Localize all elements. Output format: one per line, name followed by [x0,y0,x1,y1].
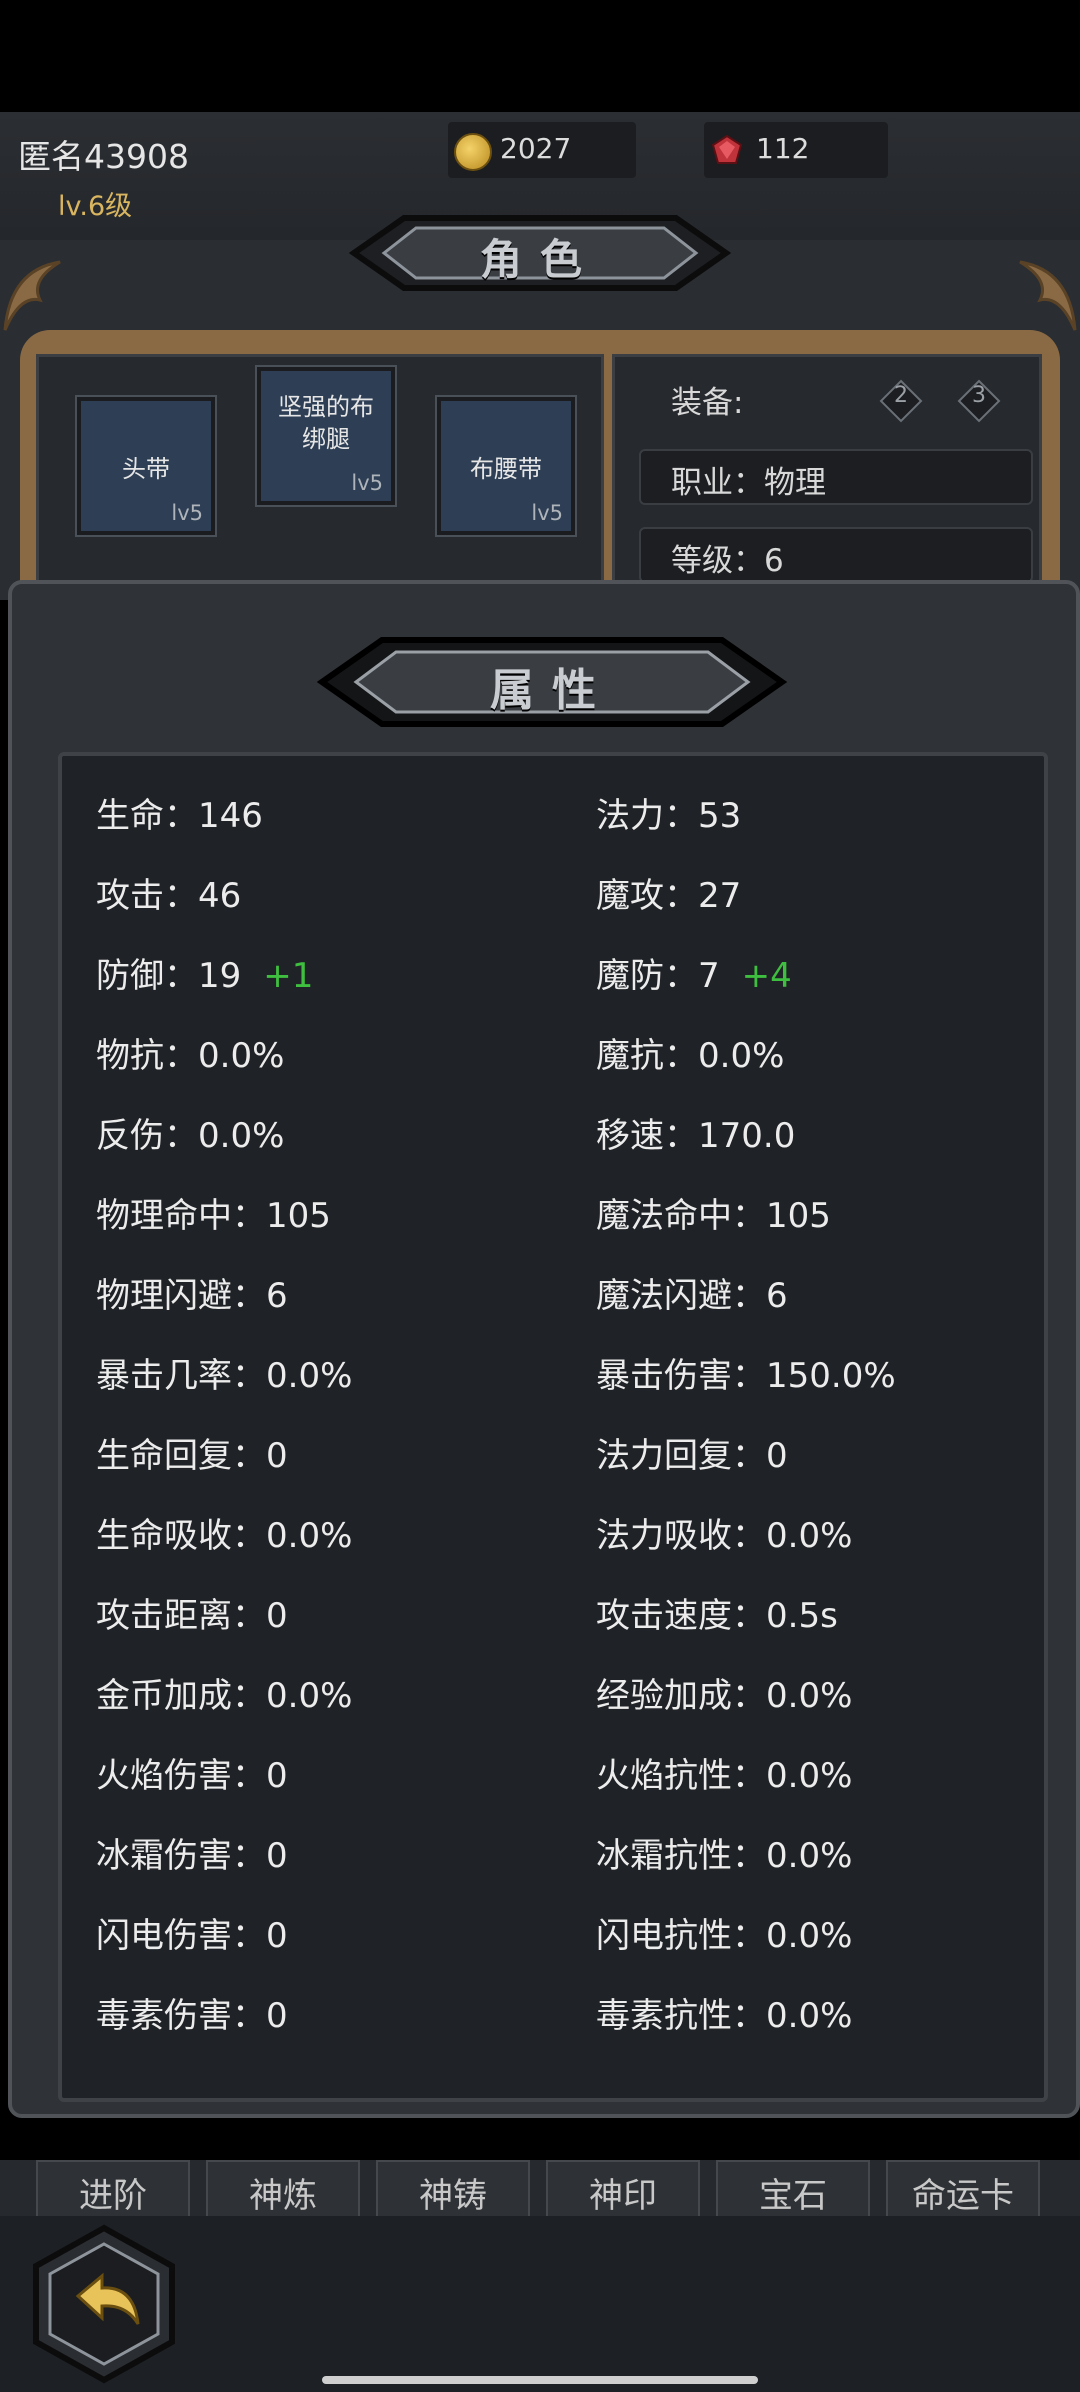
attr-right-mana-regen: 法力回复：0 [596,1436,788,1476]
tab-forge[interactable]: 神铸 [376,2160,530,2218]
attr-left-frost-damage: 冰霜伤害：0 [96,1836,288,1876]
tab-gem[interactable]: 宝石 [716,2160,870,2218]
set-badge-2[interactable]: 2 [879,379,923,423]
attr-right-mana-leech: 法力吸收：0.0% [596,1516,853,1556]
ornament-right-icon [1019,260,1077,331]
equip-slot-level: lv5 [531,501,563,525]
badge-number: 3 [972,383,986,408]
attributes-modal: 属性 生命：146 攻击：46 防御：19 +1 物抗：0.0% 反伤：0.0% … [8,580,1080,2118]
attr-left-attack: 攻击：46 [96,876,242,916]
status-area [0,0,1080,112]
level-text: 等级：6 [671,543,784,579]
equip-slot-leggings[interactable]: 坚强的布绑腿 lv5 [255,365,397,507]
attr-right-fire-resist: 火焰抗性：0.0% [596,1756,853,1796]
tab-advance[interactable]: 进阶 [36,2160,190,2218]
attr-right-move-speed: 移速：170.0 [596,1116,796,1156]
attr-left-attack-range: 攻击距离：0 [96,1596,288,1636]
coin-counter[interactable]: 2027 [448,122,636,178]
attr-left-phys-hit: 物理命中：105 [96,1196,331,1236]
equip-slot-label: 布腰带 [470,455,542,483]
attr-left-phys-resist: 物抗：0.0% [96,1036,285,1076]
game-screen: 匿名43908 lv.6级 2027 112 角色 头带 lv5 坚强的布绑腿 … [0,0,1080,2392]
attr-left-reflect: 反伤：0.0% [96,1116,285,1156]
attr-left-poison-damage: 毒素伤害：0 [96,1996,288,2036]
attr-right-frost-resist: 冰霜抗性：0.0% [596,1836,853,1876]
role-banner-title: 角色 [479,235,600,284]
level-row: 等级：6 [639,527,1033,583]
player-level: lv.6级 [58,191,133,222]
gem-counter[interactable]: 112 [704,122,888,178]
attributes-title: 属性 [490,665,614,716]
attr-left-defense: 防御：19 +1 [96,956,314,996]
equipment-slots: 头带 lv5 坚强的布绑腿 lv5 布腰带 lv5 [36,354,604,610]
equip-slot-belt[interactable]: 布腰带 lv5 [435,395,577,537]
back-button[interactable] [30,2224,178,2384]
role-banner: 角色 [344,208,736,298]
home-indicator[interactable] [322,2376,758,2384]
attributes-banner: 属性 [316,632,788,732]
equip-slot-headband[interactable]: 头带 lv5 [75,395,217,537]
set-badge-3[interactable]: 3 [957,379,1001,423]
attr-right-magic-resist: 魔抗：0.0% [596,1036,785,1076]
attr-right-lightning-resist: 闪电抗性：0.0% [596,1916,853,1956]
attr-right-mana: 法力：53 [596,796,742,836]
badge-number: 2 [894,383,908,408]
attr-left-fire-damage: 火焰伤害：0 [96,1756,288,1796]
class-text: 职业：物理 [671,465,826,501]
attr-left-crit-rate: 暴击几率：0.0% [96,1356,353,1396]
gold-coin-icon [454,133,492,171]
attr-right-magic-defense: 魔防：7 +4 [596,956,792,996]
attr-right-exp-bonus: 经验加成：0.0% [596,1676,853,1716]
bottom-bar [0,2216,1080,2392]
attr-left-hp: 生命：146 [96,796,263,836]
bottom-tabs: 进阶 神炼 神铸 神印 宝石 命运卡 [0,2160,1080,2218]
player-name: 匿名43908 [18,137,189,176]
attr-left-hp-regen: 生命回复：0 [96,1436,288,1476]
attr-left-phys-dodge: 物理闪避：6 [96,1276,288,1316]
gem-value: 112 [756,132,810,165]
equipment-info: 装备: 2 3 职业：物理 等级：6 [612,354,1042,610]
attr-right-magic-attack: 魔攻：27 [596,876,742,916]
class-row: 职业：物理 [639,449,1033,505]
equip-slot-label: 头带 [122,455,170,483]
bonus-value: +1 [263,956,314,996]
coin-value: 2027 [500,132,572,165]
attr-right-magic-hit: 魔法命中：105 [596,1196,831,1236]
red-gem-icon [711,134,743,164]
bonus-value: +4 [741,956,792,996]
attr-right-poison-resist: 毒素抗性：0.0% [596,1996,853,2036]
attr-left-gold-bonus: 金币加成：0.0% [96,1676,353,1716]
tab-refine[interactable]: 神炼 [206,2160,360,2218]
attributes-list: 生命：146 攻击：46 防御：19 +1 物抗：0.0% 反伤：0.0% 物理命… [58,752,1048,2102]
attr-left-hp-leech: 生命吸收：0.0% [96,1516,353,1556]
ornament-left-icon [3,260,61,331]
character-panel: 角色 头带 lv5 坚强的布绑腿 lv5 布腰带 lv5 装备: 2 3 职业：… [0,215,1080,630]
equip-slot-level: lv5 [351,471,383,495]
tab-seal[interactable]: 神印 [546,2160,700,2218]
equip-slot-level: lv5 [171,501,203,525]
equip-slot-label: 坚强的布绑腿 [278,393,374,453]
attr-right-attack-speed: 攻击速度：0.5s [596,1596,838,1636]
attr-left-lightning-damage: 闪电伤害：0 [96,1916,288,1956]
equipment-info-title: 装备: [671,385,744,421]
attr-right-crit-damage: 暴击伤害：150.0% [596,1356,896,1396]
tab-fate-card[interactable]: 命运卡 [886,2160,1040,2218]
attr-right-magic-dodge: 魔法闪避：6 [596,1276,788,1316]
